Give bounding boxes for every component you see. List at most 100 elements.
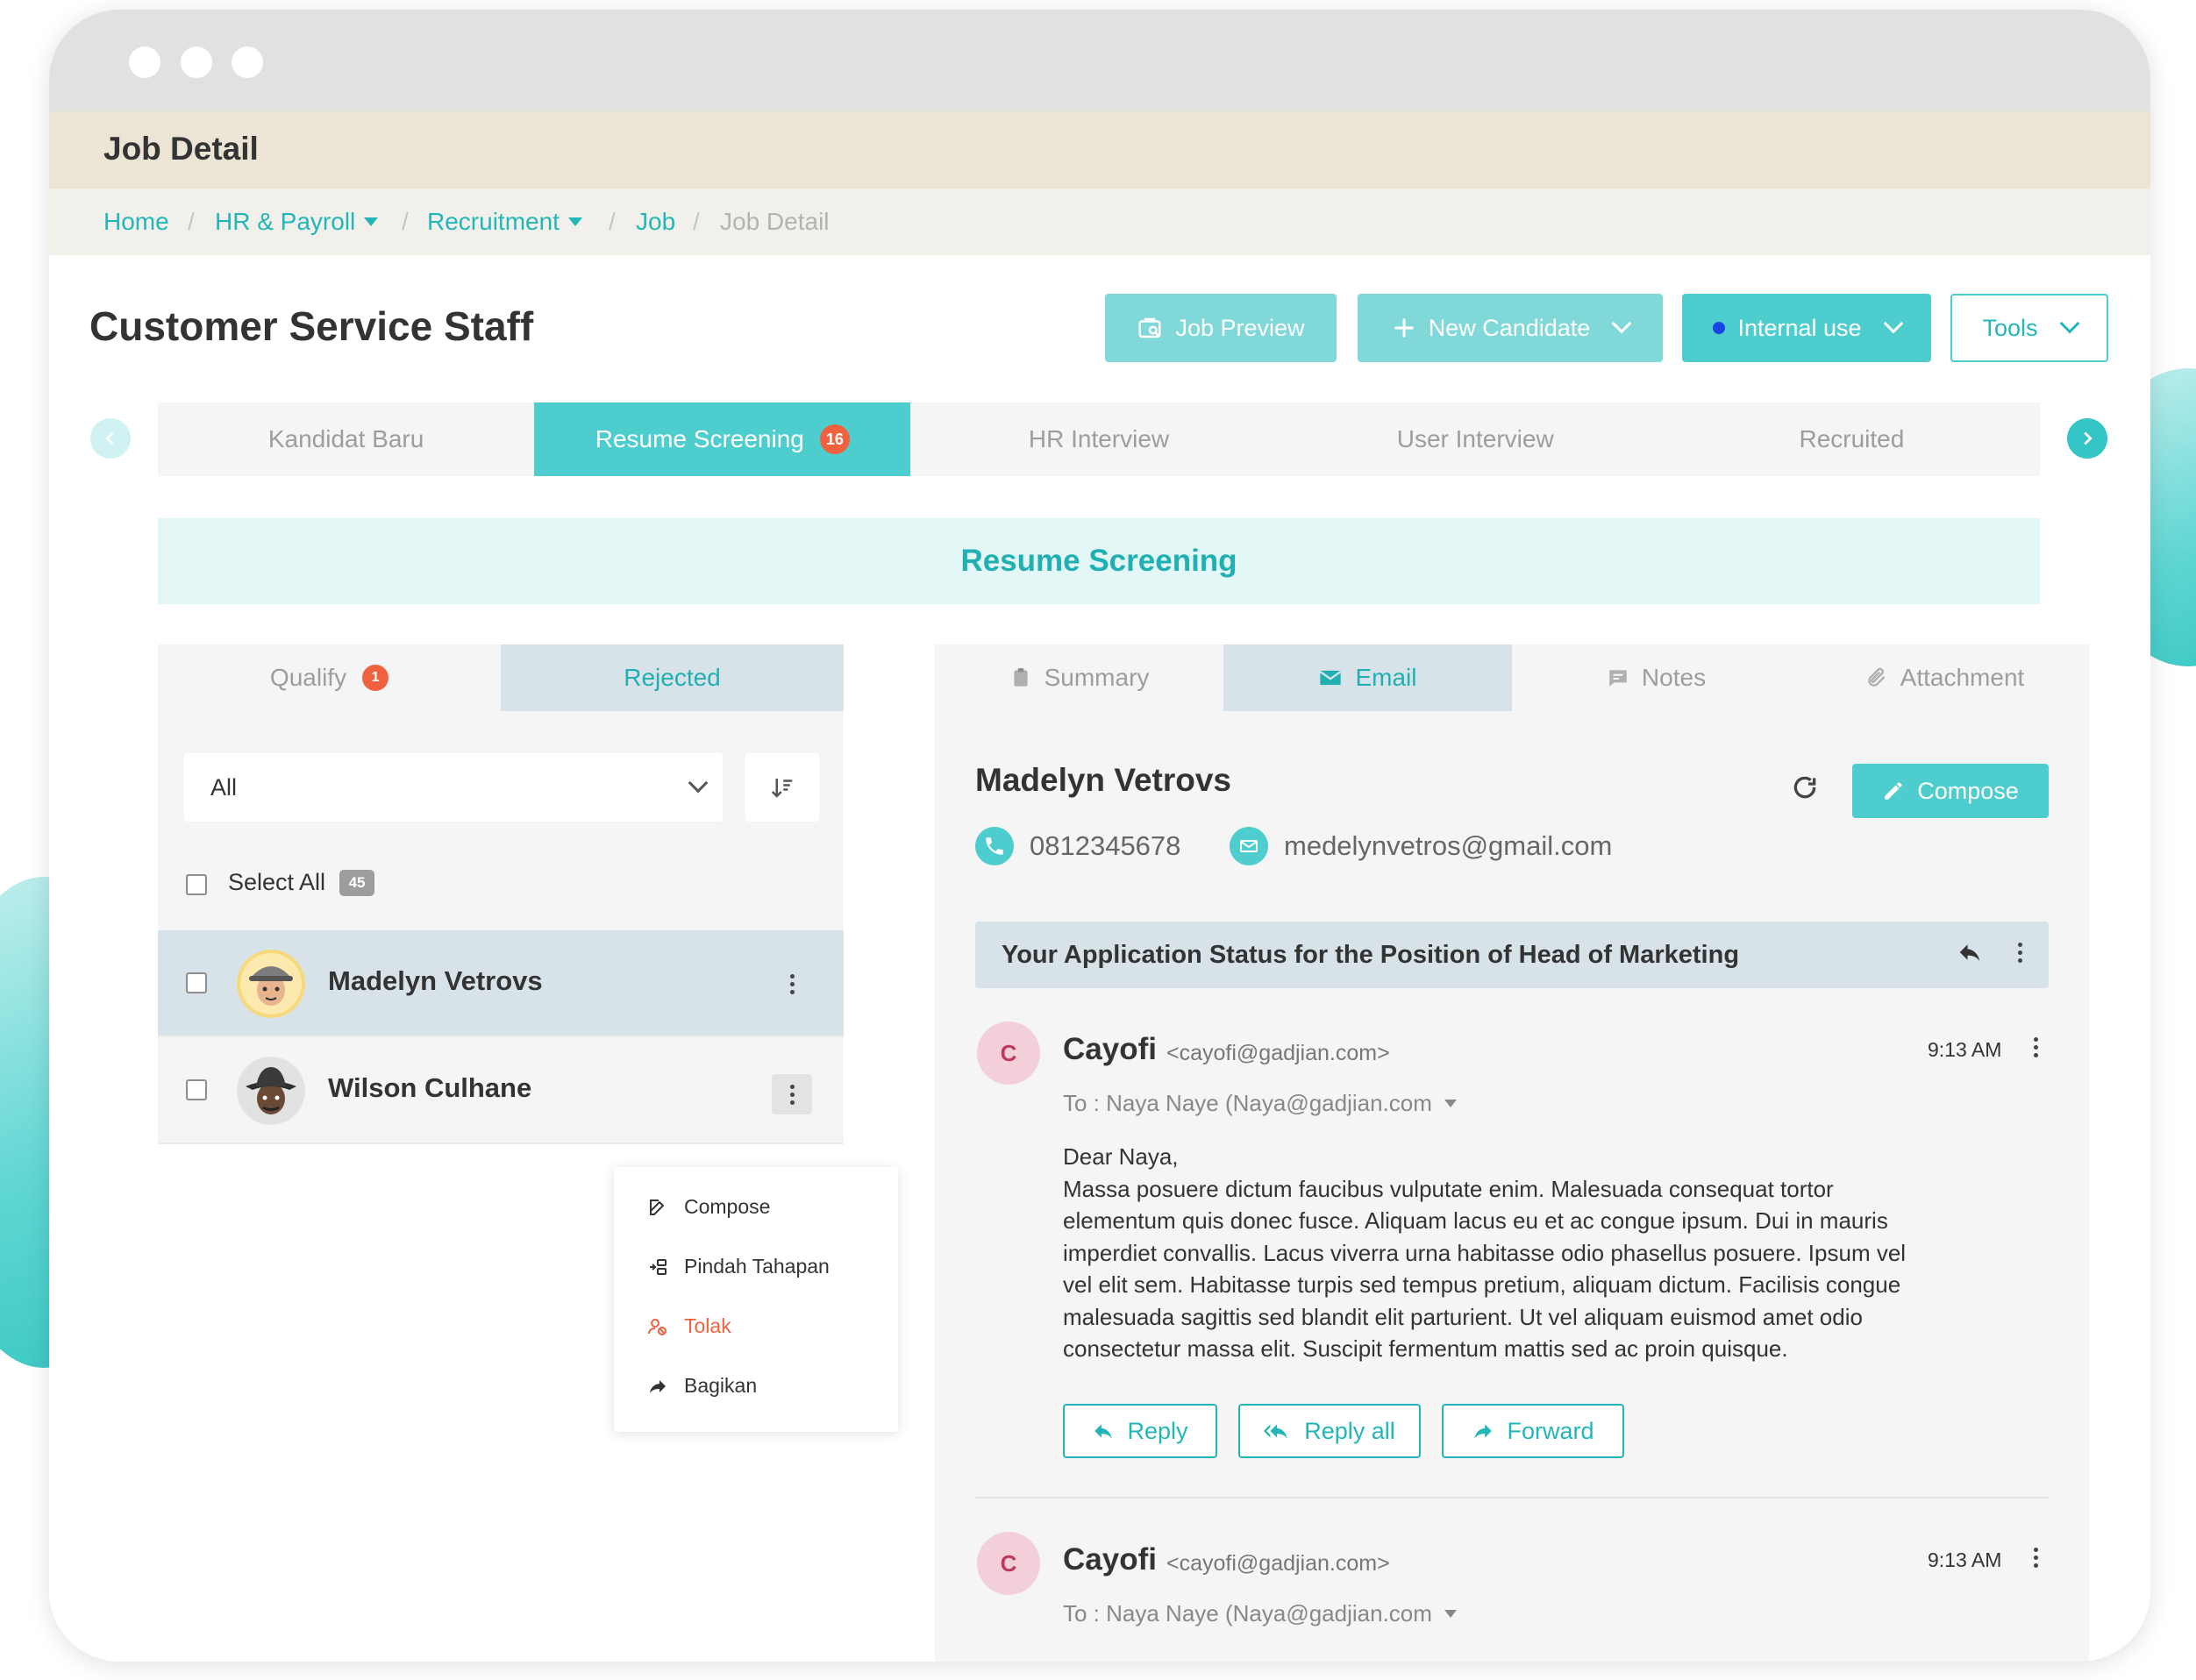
paperclip-icon [1867, 667, 1886, 687]
compose-button[interactable]: Compose [1852, 764, 2049, 818]
chevron-down-icon [2059, 313, 2079, 334]
pencil-icon [1885, 782, 1902, 800]
message-divider [975, 1497, 2049, 1498]
tab-notes[interactable]: Notes [1512, 644, 1800, 711]
stage-tab-hr-interview[interactable]: HR Interview [910, 402, 1287, 476]
breadcrumb-separator: / [609, 208, 616, 235]
job-title: Customer Service Staff [89, 303, 534, 349]
status-dot-icon [1713, 322, 1726, 334]
breadcrumb-recruitment[interactable]: Recruitment [427, 208, 582, 236]
stage-tab-kandidat-baru[interactable]: Kandidat Baru [158, 402, 534, 476]
breadcrumb: Home / HR & Payroll / Recruitment / Job … [49, 189, 2150, 255]
detail-tabs: Summary Email Notes Attachment [935, 644, 2089, 711]
page-title: Job Detail [103, 131, 259, 167]
candidate-detail-panel: Summary Email Notes Attachment Madelyn V… [935, 644, 2089, 1662]
internal-use-dropdown[interactable]: Internal use [1682, 294, 1931, 362]
avatar [237, 1057, 305, 1125]
new-candidate-label: New Candidate [1428, 314, 1591, 341]
job-preview-label: Job Preview [1175, 314, 1305, 341]
stage-tab-resume-screening[interactable]: Resume Screening 16 [534, 402, 911, 476]
candidate-name: Madelyn Vetrovs [328, 965, 543, 996]
breadcrumb-home[interactable]: Home [103, 208, 169, 236]
stage-next-button[interactable] [2067, 418, 2107, 459]
menu-item-bagikan[interactable]: Bagikan [647, 1374, 757, 1398]
menu-item-tolak[interactable]: Tolak [647, 1314, 731, 1338]
select-all-label[interactable]: Select All [228, 869, 325, 896]
sender-avatar: C [977, 1532, 1040, 1595]
tab-rejected[interactable]: Rejected [501, 644, 844, 711]
candidate-name: Wilson Culhane [328, 1072, 532, 1103]
candidate-checkbox[interactable] [186, 1079, 207, 1100]
window-dot-close[interactable] [129, 46, 160, 78]
tab-summary[interactable]: Summary [935, 644, 1223, 711]
tools-label: Tools [1982, 314, 2038, 341]
forward-button[interactable]: Forward [1442, 1404, 1624, 1458]
sort-button[interactable] [745, 753, 819, 822]
candidate-context-menu: Compose Pindah Tahapan Tolak Bagikan [614, 1167, 898, 1432]
candidate-row[interactable]: Madelyn Vetrovs [158, 930, 844, 1037]
reply-all-icon [1264, 1424, 1287, 1439]
more-vertical-icon [2033, 1036, 2038, 1057]
reply-all-button[interactable]: Reply all [1238, 1404, 1421, 1458]
stage-banner: Resume Screening [158, 518, 2040, 604]
email-thread-subject[interactable]: Your Application Status for the Position… [975, 922, 2049, 988]
message-more-button[interactable] [2015, 1027, 2056, 1067]
contact-name: Madelyn Vetrovs [975, 762, 1232, 798]
tools-dropdown[interactable]: Tools [1950, 294, 2108, 362]
window-dot-minimize[interactable] [181, 46, 212, 78]
phone-icon [975, 827, 1014, 865]
sender-avatar: C [977, 1022, 1040, 1085]
select-all-checkbox[interactable] [186, 874, 207, 895]
window-dot-maximize[interactable] [232, 46, 263, 78]
stage-prev-button[interactable] [90, 418, 131, 459]
caret-down-icon [1444, 1610, 1457, 1618]
refresh-icon [1793, 776, 1816, 799]
stage-tab-recruited[interactable]: Recruited [1664, 402, 2040, 476]
breadcrumb-job[interactable]: Job [636, 208, 675, 236]
tab-qualify[interactable]: Qualify 1 [158, 644, 501, 711]
message-recipient[interactable]: To : Naya Naye (Naya@gadjian.com [1063, 1600, 1457, 1627]
contact-email-address[interactable]: medelynvetros@gmail.com [1284, 830, 1612, 862]
refresh-button[interactable] [1791, 772, 1819, 809]
select-all-row: Select All 45 [228, 869, 375, 896]
candidate-more-button[interactable] [772, 1074, 812, 1114]
menu-item-pindah-tahapan[interactable]: Pindah Tahapan [647, 1255, 830, 1278]
breadcrumb-hr-payroll[interactable]: HR & Payroll [215, 208, 379, 236]
total-count-badge: 45 [339, 869, 375, 896]
qualify-count-badge: 1 [362, 665, 389, 691]
stage-tab-user-interview[interactable]: User Interview [1287, 402, 1664, 476]
more-vertical-icon[interactable] [2018, 942, 2022, 963]
job-preview-button[interactable]: Job Preview [1105, 294, 1337, 362]
sender-name: Cayofi [1063, 1032, 1157, 1066]
menu-item-compose[interactable]: Compose [647, 1195, 770, 1219]
notes-icon [1609, 670, 1627, 687]
chevron-down-icon [1883, 313, 1903, 334]
new-candidate-button[interactable]: New Candidate [1358, 294, 1663, 362]
candidate-more-button[interactable] [772, 964, 812, 1004]
avatar [237, 950, 305, 1018]
message-more-button[interactable] [2015, 1537, 2056, 1577]
more-vertical-icon [789, 973, 795, 994]
sender-email: <cayofi@gadjian.com> [1166, 1041, 1390, 1065]
candidate-filter-select[interactable]: All [184, 753, 723, 822]
forward-icon [1474, 1424, 1493, 1439]
reject-user-icon [648, 1318, 667, 1335]
candidate-list-panel: Qualify 1 Rejected All Select All 45 Made… [158, 644, 844, 1144]
reply-button[interactable]: Reply [1063, 1404, 1217, 1458]
message-time: 9:13 AM [1928, 1548, 2002, 1571]
candidate-checkbox[interactable] [186, 972, 207, 993]
message-body: Dear Naya, Massa posuere dictum faucibus… [1063, 1141, 1940, 1365]
contact-email: medelynvetros@gmail.com [1230, 827, 1612, 865]
mail-icon [1320, 670, 1342, 686]
reply-icon[interactable] [1957, 939, 1983, 965]
tab-attachment[interactable]: Attachment [1800, 644, 2089, 711]
mail-icon [1230, 827, 1268, 865]
message-time: 9:13 AM [1928, 1038, 2002, 1061]
breadcrumb-separator: / [402, 208, 409, 235]
sender-name: Cayofi [1063, 1542, 1157, 1577]
chevron-down-icon [1611, 313, 1632, 334]
candidate-row[interactable]: Wilson Culhane [158, 1037, 844, 1144]
message-recipient[interactable]: To : Naya Naye (Naya@gadjian.com [1063, 1090, 1457, 1117]
filter-selected-value: All [210, 773, 238, 801]
tab-email[interactable]: Email [1223, 644, 1512, 711]
